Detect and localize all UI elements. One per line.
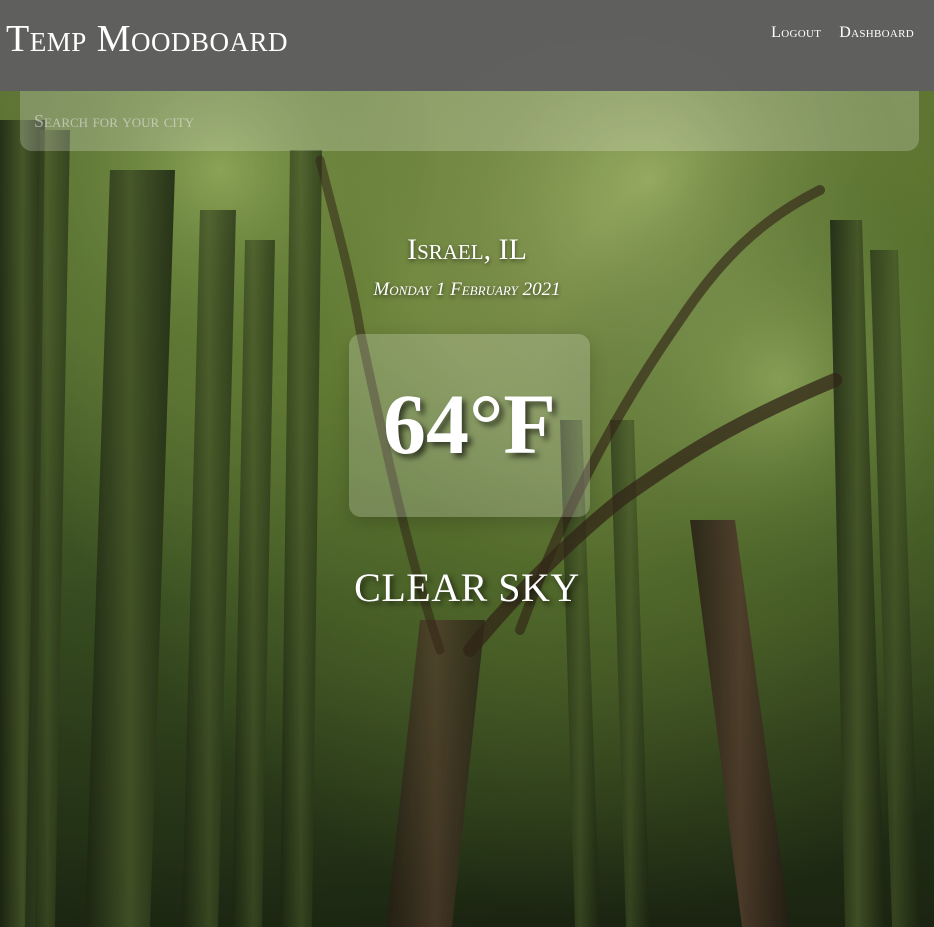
city-search-bar bbox=[20, 91, 919, 151]
logout-link[interactable]: Logout bbox=[771, 24, 821, 42]
top-header: Temp Moodboard Logout Dashboard bbox=[0, 0, 934, 91]
site-title[interactable]: Temp Moodboard bbox=[6, 19, 288, 59]
city-search-input[interactable] bbox=[20, 91, 919, 151]
temperature-card: 64°F bbox=[349, 334, 590, 517]
top-nav: Logout Dashboard bbox=[771, 24, 914, 42]
dashboard-link[interactable]: Dashboard bbox=[839, 24, 914, 42]
weather-condition: CLEAR SKY bbox=[354, 565, 580, 610]
temperature-value: 64°F bbox=[383, 376, 556, 472]
date-subtitle: Monday 1 February 2021 bbox=[373, 279, 561, 300]
location-title: Israel, IL bbox=[407, 233, 527, 266]
